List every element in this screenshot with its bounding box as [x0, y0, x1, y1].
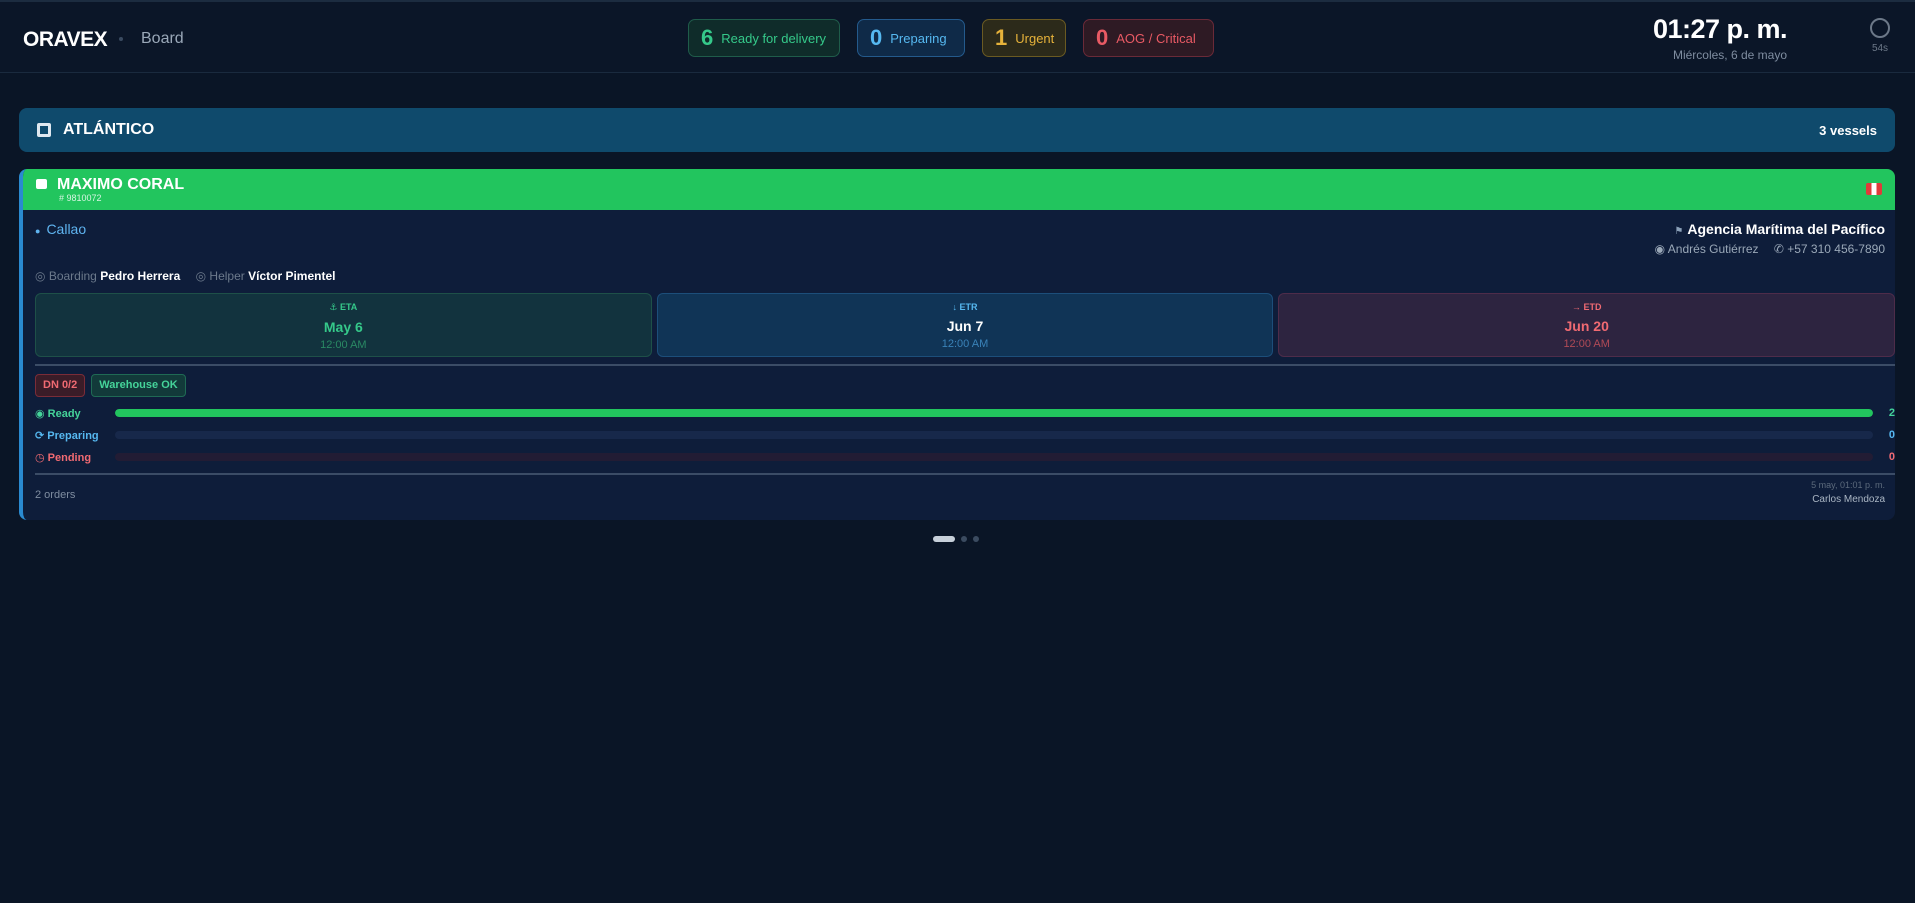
eta-box[interactable]: ⚓ ETA May 6 12:00 AM: [35, 293, 652, 357]
arrow-right-icon: →: [1571, 302, 1584, 312]
boarding-label: Boarding: [48, 269, 97, 283]
progress-ready-fill: [115, 409, 1873, 417]
brand-separator: [119, 37, 123, 41]
region-vessel-count: 3 vessels: [1819, 122, 1877, 138]
eta-date: May 6: [323, 319, 363, 335]
progress-ready-label: Ready: [47, 407, 81, 420]
progress-preparing-row: ⟳ Preparing 0: [35, 428, 1895, 442]
etd-box[interactable]: → ETD Jun 20 12:00 AM: [1278, 293, 1895, 357]
arrow-down-icon: ↓: [952, 302, 960, 312]
order-count[interactable]: 2 orders: [35, 489, 75, 501]
location-pin-icon: ●: [35, 226, 41, 236]
etd-label: ETD: [1583, 302, 1602, 312]
crew-info: ◎ Boarding Pedro Herrera ◎ Helper Víctor…: [35, 269, 347, 283]
etr-time: 12:00 AM: [941, 338, 989, 350]
building-icon: [37, 123, 51, 137]
dn-chip[interactable]: DN 0/2: [35, 374, 86, 397]
stat-preparing-value: 0: [870, 25, 883, 50]
etr-date: Jun 7: [946, 318, 984, 334]
contact-separator: [1765, 242, 1768, 256]
anchor-icon: ⚓: [329, 302, 340, 312]
auto-refresh-indicator[interactable]: 54s: [1869, 18, 1891, 54]
vessel-card[interactable]: MAXIMO CORAL # 9810072 ● Callao ⚑ Agencia …: [19, 169, 1895, 520]
progress-pending-value: 0: [1888, 451, 1895, 463]
vessel-name: MAXIMO CORAL: [57, 176, 185, 193]
progress-pending-row: ◷ Pending 0: [35, 450, 1895, 464]
progress-ready-track: [115, 409, 1873, 417]
page-indicator: [933, 536, 979, 542]
last-updated: 5 may, 01:01 p. m. Carlos Mendoza: [1811, 480, 1885, 505]
stat-urgent-label: Urgent: [1015, 30, 1055, 46]
etr-label: ETR: [959, 302, 978, 312]
progress-preparing-value: 0: [1888, 429, 1895, 441]
nav-board-link[interactable]: Board: [141, 30, 184, 48]
peru-flag-icon: [1866, 183, 1882, 195]
clock-icon: ◷: [35, 451, 48, 464]
boarding-name: Pedro Herrera: [100, 269, 181, 283]
updated-by: Carlos Mendoza: [1812, 494, 1885, 505]
brand-logo[interactable]: ORAVEX: [23, 28, 108, 52]
eta-time: 12:00 AM: [320, 339, 367, 351]
region-name: ATLÁNTICO: [63, 121, 155, 138]
refresh-ring-icon: [1870, 18, 1890, 38]
agency-name: Agencia Marítima del Pacífico: [1687, 221, 1885, 237]
progress-preparing-track: [115, 431, 1873, 439]
stat-preparing[interactable]: 0 Preparing: [857, 19, 965, 57]
vessel-port[interactable]: ● Callao: [35, 221, 86, 237]
agent-name: Andrés Gutiérrez: [1667, 242, 1759, 256]
vessel-id: # 9810072: [59, 193, 102, 203]
warehouse-chip[interactable]: Warehouse OK: [91, 374, 186, 397]
page-dot-1[interactable]: [933, 536, 955, 542]
progress-ready-value: 2: [1888, 407, 1895, 419]
etd-time: 12:00 AM: [1563, 338, 1610, 350]
helper-icon: ◎: [195, 269, 210, 283]
page-dot-2[interactable]: [961, 536, 967, 542]
user-icon: ◉: [1654, 242, 1668, 256]
clock-date: Miércoles, 6 de mayo: [1672, 48, 1787, 62]
schedule-dates: ⚓ ETA May 6 12:00 AM ↓ ETR Jun 7 12:00 A…: [35, 293, 1895, 357]
helper-name: Víctor Pimentel: [248, 269, 336, 283]
vessel-agency: ⚑ Agencia Marítima del Pacífico: [1674, 221, 1885, 237]
top-bar: ORAVEX Board 6 Ready for delivery 0 Prep…: [0, 0, 1915, 73]
stat-aog-critical[interactable]: 0 AOG / Critical: [1083, 19, 1214, 57]
stat-preparing-label: Preparing: [890, 30, 947, 46]
clock: 01:27 p. m. Miércoles, 6 de mayo: [1652, 14, 1788, 62]
stat-ready-for-delivery[interactable]: 6 Ready for delivery: [688, 19, 840, 57]
etd-date: Jun 20: [1564, 318, 1609, 334]
stat-urgent[interactable]: 1 Urgent: [982, 19, 1066, 57]
region-header[interactable]: ATLÁNTICO 3 vessels: [19, 108, 1895, 152]
stat-urgent-value: 1: [995, 25, 1008, 50]
check-circle-icon: ◉: [35, 407, 48, 420]
agency-flag-icon: ⚑: [1674, 226, 1684, 237]
stat-ready-label: Ready for delivery: [721, 30, 827, 46]
ship-icon: [36, 179, 47, 189]
divider: [35, 473, 1895, 475]
divider: [35, 364, 1895, 366]
clock-time: 01:27 p. m.: [1652, 14, 1788, 44]
eta-label: ETA: [339, 302, 358, 312]
etr-box[interactable]: ↓ ETR Jun 7 12:00 AM: [656, 293, 1274, 357]
stat-ready-value: 6: [701, 25, 714, 50]
agency-contact: ◉ Andrés Gutiérrez ✆ +57 310 456-7890: [1655, 242, 1885, 256]
updated-timestamp: 5 may, 01:01 p. m.: [1811, 480, 1885, 490]
page-dot-3[interactable]: [973, 536, 979, 542]
stat-aog-value: 0: [1096, 25, 1109, 50]
status-chips: DN 0/2 Warehouse OK: [35, 374, 186, 397]
agent-phone[interactable]: +57 310 456-7890: [1787, 242, 1885, 256]
port-name: Callao: [46, 221, 87, 237]
progress-pending-track: [115, 453, 1873, 461]
vessel-card-header: MAXIMO CORAL # 9810072: [23, 169, 1895, 210]
boarding-icon: ◎: [35, 269, 49, 283]
refresh-countdown: 54s: [1871, 43, 1889, 54]
phone-icon: ✆: [1773, 242, 1788, 256]
stat-aog-label: AOG / Critical: [1116, 30, 1196, 46]
helper-label: Helper: [209, 269, 245, 283]
progress-pending-label: Pending: [47, 451, 92, 464]
progress-preparing-label: Preparing: [47, 429, 99, 442]
progress-ready-row: ◉ Ready 2: [35, 406, 1895, 420]
sync-icon: ⟳: [35, 429, 48, 442]
